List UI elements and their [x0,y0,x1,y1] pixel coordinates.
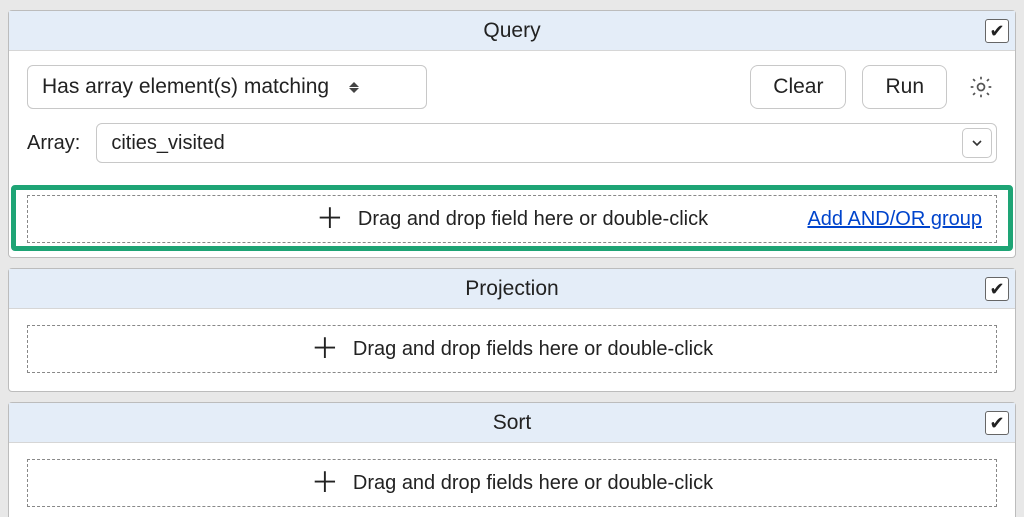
plus-icon: ＋ [311,469,339,497]
match-mode-value: Has array element(s) matching [42,75,329,99]
match-mode-dropdown[interactable]: Has array element(s) matching [27,65,427,109]
check-icon: ✔ [989,280,1004,298]
run-button[interactable]: Run [862,65,947,109]
gear-icon [968,74,994,100]
check-icon: ✔ [989,414,1004,432]
sort-field-dropzone[interactable]: ＋ Drag and drop fields here or double-cl… [27,459,997,507]
add-and-or-group-label: Add AND/OR group [807,208,982,230]
query-dropzone-hint: Drag and drop field here or double-click [358,208,708,231]
sort-section: Sort ✔ ＋ Drag and drop fields here or do… [8,402,1016,517]
sort-enabled-checkbox[interactable]: ✔ [985,411,1009,435]
sort-section-title: Sort [9,411,1015,435]
array-field-label: Array: [27,132,80,155]
sort-section-body: ＋ Drag and drop fields here or double-cl… [9,443,1015,517]
add-and-or-group-link[interactable]: Add AND/OR group [807,208,982,231]
chevron-down-icon [971,137,983,149]
query-section-title: Query [9,19,1015,43]
updown-icon [347,82,361,93]
sort-dropzone-hint: Drag and drop fields here or double-clic… [353,472,713,495]
sort-section-header[interactable]: Sort ✔ [9,403,1015,443]
query-field-dropzone[interactable]: ＋ Drag and drop field here or double-cli… [27,195,997,243]
query-section: Query ✔ Has array element(s) matching Cl… [8,10,1016,258]
plus-icon: ＋ [316,205,344,233]
query-section-header[interactable]: Query ✔ [9,11,1015,51]
array-field-chevron-button[interactable] [962,128,992,158]
array-field-value: cities_visited [111,132,224,155]
projection-field-dropzone[interactable]: ＋ Drag and drop fields here or double-cl… [27,325,997,373]
array-field-dropdown[interactable]: cities_visited [96,123,997,163]
projection-section-header[interactable]: Projection ✔ [9,269,1015,309]
projection-section-body: ＋ Drag and drop fields here or double-cl… [9,309,1015,391]
clear-button-label: Clear [773,75,823,99]
query-section-body: Has array element(s) matching Clear Run [9,51,1015,179]
query-dropzone-highlight: ＋ Drag and drop field here or double-cli… [9,189,1015,257]
run-button-label: Run [885,75,924,99]
plus-icon: ＋ [311,335,339,363]
projection-dropzone-hint: Drag and drop fields here or double-clic… [353,338,713,361]
projection-section: Projection ✔ ＋ Drag and drop fields here… [8,268,1016,392]
query-controls-row: Has array element(s) matching Clear Run [27,65,997,109]
query-settings-button[interactable] [965,71,997,103]
clear-button[interactable]: Clear [750,65,846,109]
query-builder-panel: Query ✔ Has array element(s) matching Cl… [0,0,1024,517]
projection-section-title: Projection [9,277,1015,301]
array-row: Array: cities_visited [27,123,997,163]
projection-enabled-checkbox[interactable]: ✔ [985,277,1009,301]
check-icon: ✔ [989,22,1004,40]
query-enabled-checkbox[interactable]: ✔ [985,19,1009,43]
